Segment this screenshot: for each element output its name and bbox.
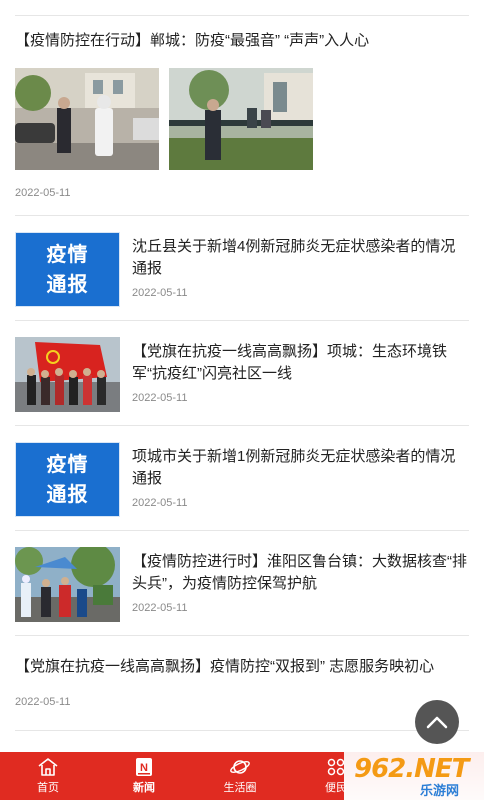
news-feed: 【疫情防控在行动】郸城：防疫“最强音” “声声”入人心 2022-05-11 疫… [0, 0, 484, 752]
thumbnail-text: 通报 [46, 273, 89, 296]
news-title[interactable]: 沈丘县关于新增4例新冠肺炎无症状感染者的情况通报 [132, 236, 468, 280]
news-photo [15, 68, 159, 170]
news-date: 2022-05-11 [132, 497, 188, 509]
divider [15, 215, 469, 216]
news-title[interactable]: 【党旗在抗疫一线高高飘扬】疫情防控“双报到” 志愿服务映初心 [15, 656, 469, 678]
chevron-up-icon [426, 716, 448, 729]
watermark-subtitle: 乐游网 [420, 783, 460, 798]
tab-label: 新闻 [133, 782, 155, 794]
news-title[interactable]: 【党旗在抗疫一线高高飘扬】项城：生态环境铁军“抗疫红”闪亮社区一线 [132, 341, 472, 385]
news-icon: N [136, 758, 152, 776]
divider [15, 15, 469, 16]
tab-life-circle[interactable]: 生活圈 [192, 752, 288, 800]
news-title[interactable]: 项城市关于新增1例新冠肺炎无症状感染者的情况通报 [132, 446, 468, 490]
back-to-top-button[interactable] [415, 700, 459, 744]
home-icon [38, 758, 58, 776]
site-watermark: 962.NET 乐游网 [344, 752, 484, 800]
thumbnail-text: 通报 [46, 483, 89, 506]
svg-text:N: N [140, 762, 148, 774]
notice-thumbnail: 疫情 通报 [15, 442, 120, 517]
grid-icon [327, 758, 345, 776]
news-title[interactable]: 【疫情防控进行时】淮阳区鲁台镇：大数据核查“排头兵”，为疫情防控保驾护航 [132, 551, 472, 595]
tab-label: 首页 [37, 782, 59, 794]
divider [15, 320, 469, 321]
news-thumbnail [15, 337, 120, 412]
divider [15, 730, 469, 731]
tab-news[interactable]: N 新闻 [96, 752, 192, 800]
tab-home[interactable]: 首页 [0, 752, 96, 800]
thumbnail-text: 疫情 [46, 453, 89, 476]
divider [15, 530, 469, 531]
divider [15, 635, 469, 636]
news-thumbnail: 疫情 通报 [15, 442, 120, 517]
thumbnail-text: 疫情 [46, 243, 89, 266]
news-title[interactable]: 【疫情防控在行动】郸城：防疫“最强音” “声声”入人心 [15, 30, 469, 52]
news-date: 2022-05-11 [132, 392, 188, 404]
news-photo [169, 68, 313, 170]
news-date: 2022-05-11 [132, 287, 188, 299]
news-thumbnail [15, 547, 120, 622]
news-thumbnail: 疫情 通报 [15, 232, 120, 307]
news-date: 2022-05-11 [15, 187, 71, 199]
tab-label: 生活圈 [223, 782, 257, 794]
news-date: 2022-05-11 [132, 602, 188, 614]
planet-icon [230, 760, 250, 774]
divider [15, 425, 469, 426]
notice-thumbnail: 疫情 通报 [15, 232, 120, 307]
news-date: 2022-05-11 [15, 696, 71, 708]
